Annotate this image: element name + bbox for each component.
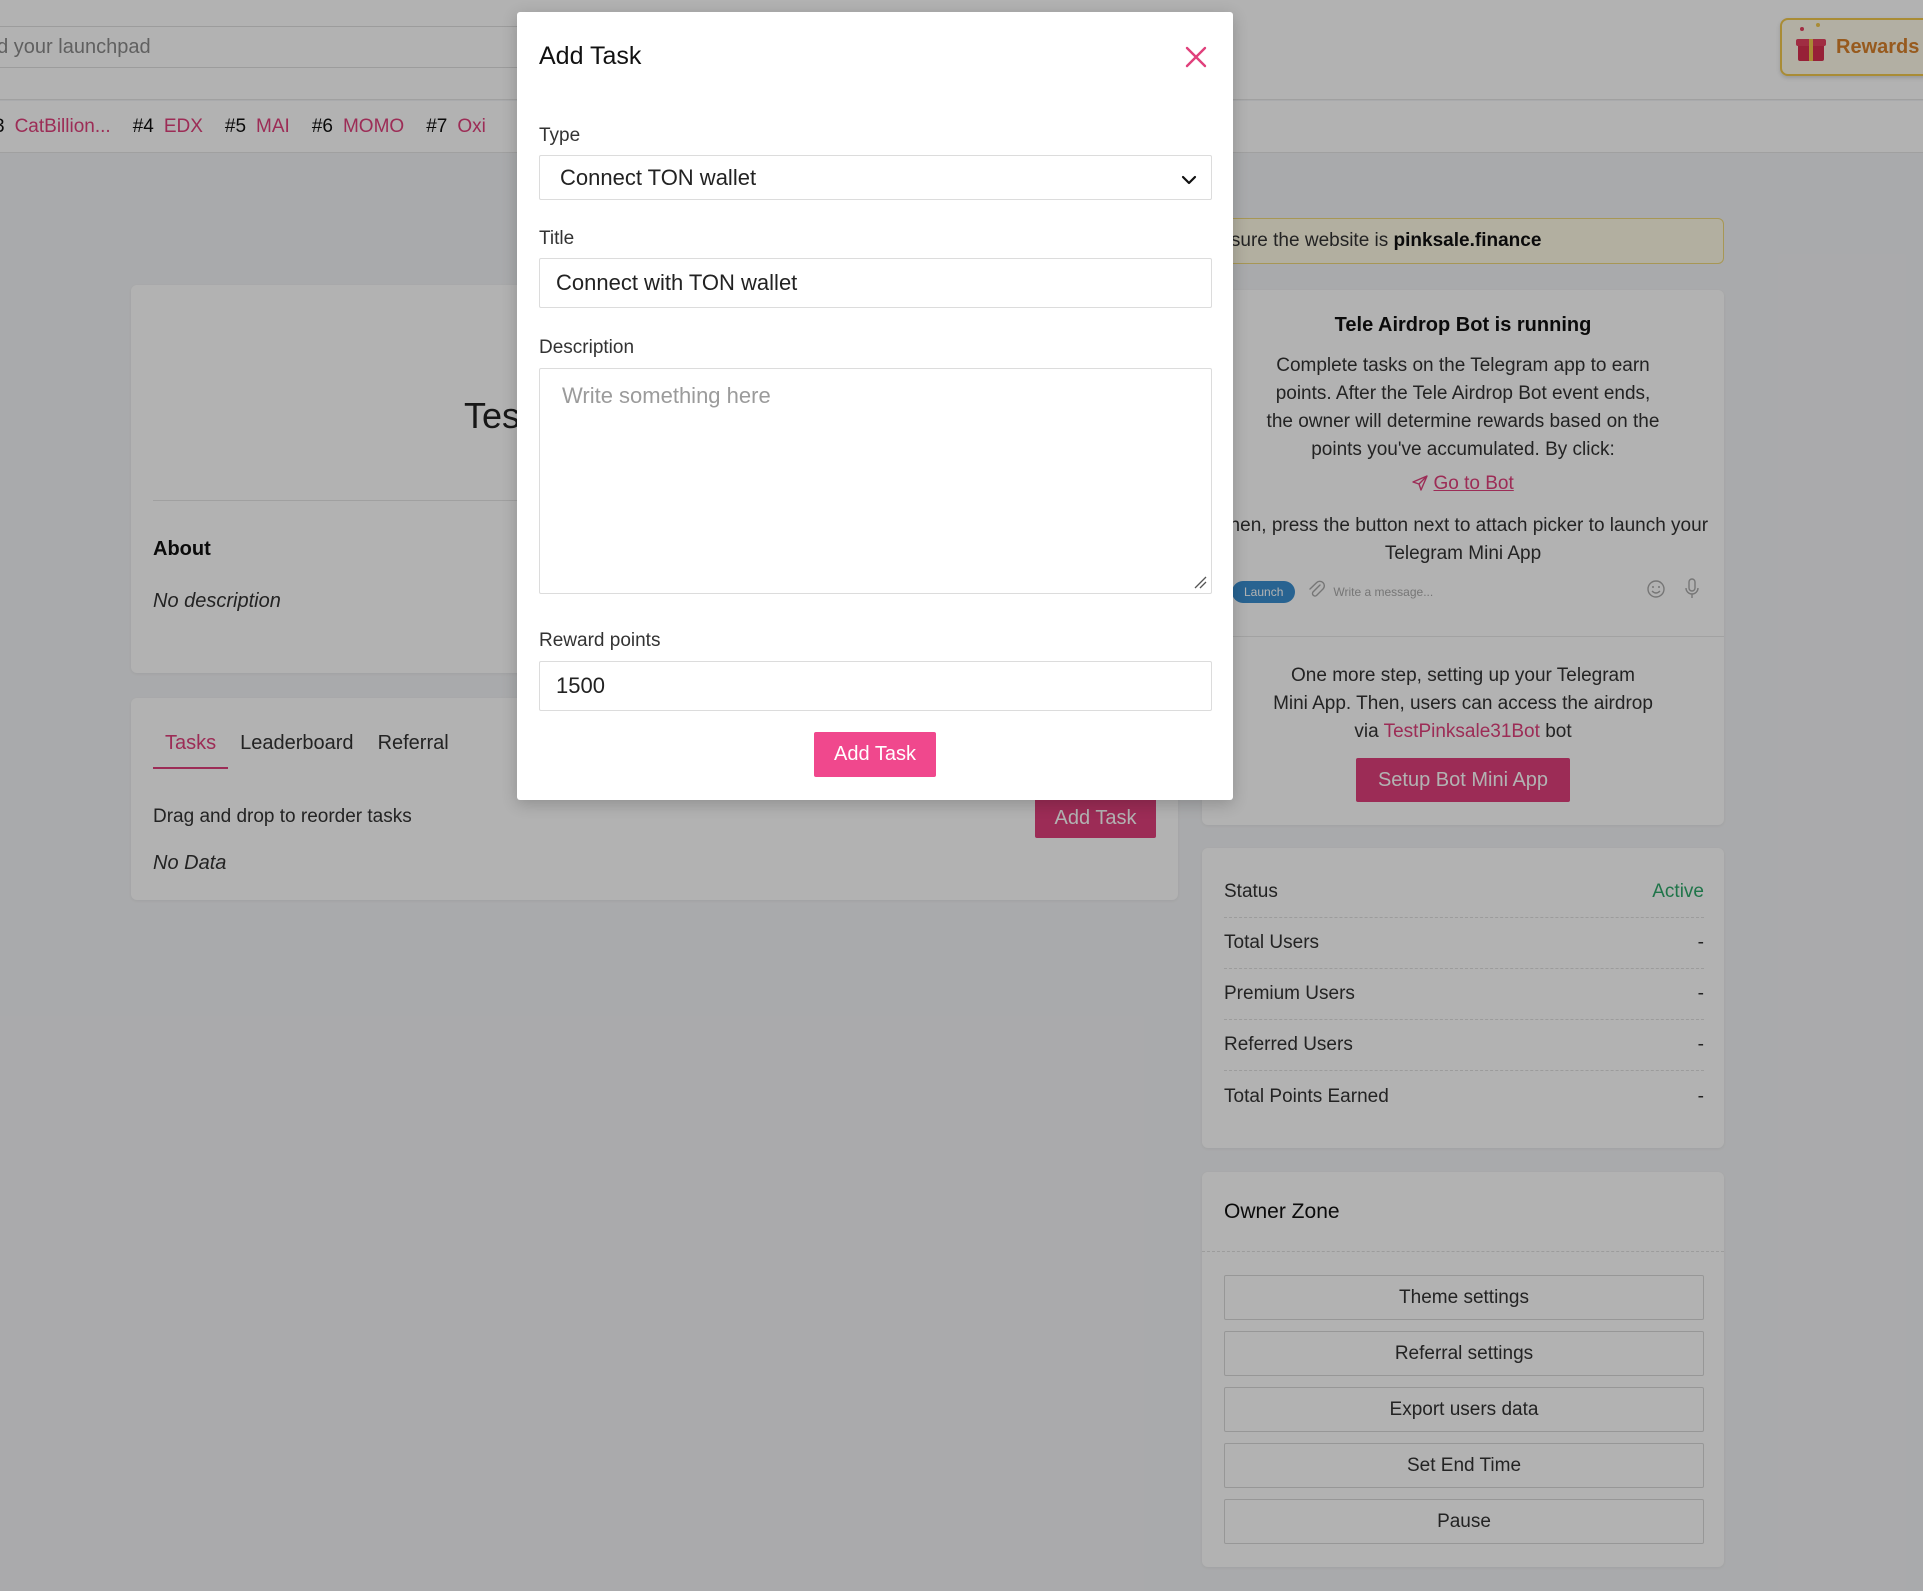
type-label: Type	[539, 125, 581, 146]
reward-points-input[interactable]	[539, 661, 1212, 711]
description-textarea[interactable]	[539, 368, 1212, 594]
resize-handle-icon[interactable]	[1193, 575, 1207, 589]
chevron-down-icon	[1181, 165, 1197, 191]
description-label: Description	[539, 337, 635, 358]
modal-title: Add Task	[539, 42, 642, 70]
title-label: Title	[539, 228, 575, 249]
type-selected-value: Connect TON wallet	[560, 164, 757, 190]
add-task-submit-button[interactable]: Add Task	[814, 732, 936, 777]
close-icon[interactable]	[1179, 40, 1213, 74]
add-task-modal: Add Task Type Connect TON wallet Title D…	[517, 12, 1233, 800]
type-select[interactable]: Connect TON wallet	[539, 155, 1212, 200]
reward-points-label: Reward points	[539, 630, 661, 651]
title-input[interactable]	[539, 258, 1212, 308]
page: Rewards 3 CatBillion... #4 EDX #5 MAI #6…	[0, 0, 1923, 1591]
